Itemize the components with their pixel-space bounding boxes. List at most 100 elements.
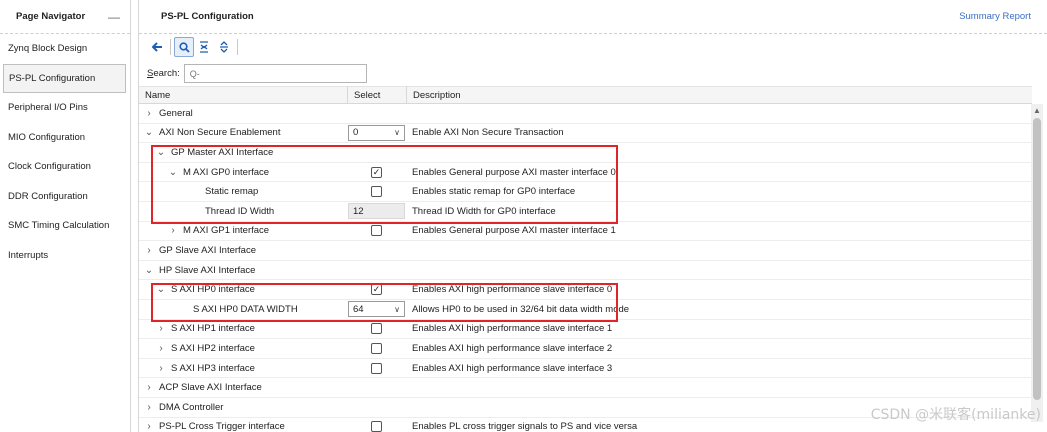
select-checkbox[interactable] [371,362,382,374]
row-name-cell: ⌄ HP Slave AXI Interface [139,265,347,276]
sidebar-item-mio-configuration[interactable]: MIO Configuration [0,123,130,153]
chevron-down-icon[interactable]: ⌄ [143,127,155,138]
configuration-table: Name Select Description › General ⌄ AXI Non… [139,86,1032,432]
table-row[interactable]: › S AXI HP2 interface Enables AXI high per… [139,339,1032,359]
row-name: S AXI HP3 interface [171,362,255,374]
select-checkbox[interactable] [371,342,382,354]
row-name-cell: Static remap [139,186,347,197]
back-arrow-icon[interactable] [147,37,167,57]
table-row[interactable]: S AXI HP0 DATA WIDTH 64 ∨ Allows HP0 to be … [139,300,1032,320]
table-row[interactable]: › S AXI HP1 interface Enables AXI high per… [139,320,1032,340]
table-row[interactable]: › M AXI GP1 interface Enables General purp… [139,222,1032,242]
chevron-down-icon[interactable]: ∨ [394,305,400,314]
table-row[interactable]: ⌄ HP Slave AXI Interface [139,261,1032,281]
row-select-cell [347,222,406,241]
row-name-cell: › ACP Slave AXI Interface [139,382,347,393]
table-row[interactable]: ⌄ AXI Non Secure Enablement 0 ∨ Enable AXI N… [139,124,1032,144]
sidebar-item-peripheral-i-o-pins[interactable]: Peripheral I/O Pins [0,93,130,123]
select-checkbox[interactable] [371,186,382,198]
column-header-name[interactable]: Name [139,86,347,104]
select-checkbox[interactable] [371,323,382,335]
row-name: S AXI HP1 interface [171,323,255,335]
row-select-cell: ✓ [347,163,406,182]
chevron-right-icon[interactable]: › [143,108,155,119]
row-name-cell: Thread ID Width [139,206,347,217]
table-row[interactable]: › GP Slave AXI Interface [139,241,1032,261]
minimize-icon[interactable]: — [108,10,120,24]
page-header: PS-PL Configuration Summary Report [139,0,1047,34]
table-row[interactable]: › S AXI HP3 interface Enables AXI high per… [139,359,1032,379]
row-description: Enables General purpose AXI master inter… [412,166,616,178]
sidebar-item-ps-pl-configuration[interactable]: PS-PL Configuration [3,63,126,93]
row-name: GP Master AXI Interface [171,146,274,158]
table-row[interactable]: › General [139,104,1032,124]
scrollbar-thumb[interactable] [1033,118,1041,400]
ps-pl-configuration-page: PS-PL Configuration Summary Report Searc… [138,0,1047,432]
search-box[interactable] [183,64,367,83]
toolbar-separator [170,39,171,55]
summary-report-link[interactable]: Summary Report [959,11,1031,22]
row-name-cell: › PS-PL Cross Trigger interface [139,421,347,432]
toolbar [147,37,241,57]
table-row[interactable]: ⌄ GP Master AXI Interface [139,143,1032,163]
select-checkbox[interactable]: ✓ [371,284,382,296]
chevron-right-icon[interactable]: › [155,343,167,354]
select-dropdown[interactable]: 64 ∨ [348,301,405,318]
table-row[interactable]: › ACP Slave AXI Interface [139,378,1032,398]
chevron-right-icon[interactable]: › [143,402,155,413]
chevron-down-icon[interactable]: ⌄ [155,284,167,295]
chevron-right-icon[interactable]: › [143,245,155,256]
sidebar-item-zynq-block-design[interactable]: Zynq Block Design [0,34,130,64]
column-header-description[interactable]: Description [406,86,1032,104]
column-header-select[interactable]: Select [347,86,406,104]
search-input[interactable] [189,68,350,79]
sidebar-item-clock-configuration[interactable]: Clock Configuration [0,152,130,182]
chevron-right-icon[interactable]: › [143,382,155,393]
row-select-cell [347,241,406,260]
row-name-cell: › S AXI HP2 interface [139,343,347,354]
row-name-cell: S AXI HP0 DATA WIDTH [139,304,347,315]
expand-all-icon[interactable] [214,37,234,57]
select-checkbox[interactable]: ✓ [371,166,382,178]
chevron-down-icon[interactable]: ∨ [394,128,400,137]
row-name: AXI Non Secure Enablement [159,127,281,139]
search-bar: Search: [147,64,367,83]
page-navigator-panel: Page Navigator — Zynq Block Design PS-PL … [0,0,131,432]
row-name: M AXI GP1 interface [183,225,270,237]
table-body: › General ⌄ AXI Non Secure Enablement 0 ∨ Enab… [139,104,1032,432]
scroll-up-icon[interactable]: ▲ [1031,104,1043,116]
row-select-cell: 12 [347,202,406,221]
sidebar-item-ddr-configuration[interactable]: DDR Configuration [0,182,130,212]
row-name-cell: › General [139,108,347,119]
select-checkbox[interactable] [371,225,382,237]
row-description: Enable AXI Non Secure Transaction [412,127,564,139]
collapse-all-icon[interactable] [194,37,214,57]
vertical-scrollbar[interactable]: ▲ [1031,104,1043,422]
search-label: Search: [147,68,180,79]
row-name: S AXI HP2 interface [171,342,255,354]
chevron-down-icon[interactable]: ⌄ [167,167,179,178]
table-row[interactable]: Thread ID Width 12 Thread ID Width for GP0… [139,202,1032,222]
chevron-right-icon[interactable]: › [155,323,167,334]
row-description: Allows HP0 to be used in 32/64 bit data … [412,303,630,315]
row-description: Enables AXI high performance slave inter… [412,362,613,374]
row-select-cell [347,398,406,417]
table-row[interactable]: ⌄ S AXI HP0 interface ✓ Enables AXI high pe… [139,280,1032,300]
search-icon[interactable] [174,37,194,57]
page-navigator-list: Zynq Block Design PS-PL Configuration Peri… [0,34,130,270]
select-checkbox[interactable] [371,421,382,432]
row-name: HP Slave AXI Interface [159,264,256,276]
chevron-down-icon[interactable]: ⌄ [155,147,167,158]
row-name: M AXI GP0 interface [183,166,270,178]
dropdown-value: 64 [353,303,364,315]
chevron-down-icon[interactable]: ⌄ [143,265,155,276]
table-row[interactable]: Static remap Enables static remap for GP0… [139,182,1032,202]
row-select-cell [347,378,406,397]
sidebar-item-interrupts[interactable]: Interrupts [0,241,130,271]
chevron-right-icon[interactable]: › [167,225,179,236]
chevron-right-icon[interactable]: › [143,421,155,432]
chevron-right-icon[interactable]: › [155,363,167,374]
table-row[interactable]: ⌄ M AXI GP0 interface ✓ Enables General pur… [139,163,1032,183]
select-dropdown[interactable]: 0 ∨ [348,124,405,141]
sidebar-item-smc-timing-calculation[interactable]: SMC Timing Calculation [0,211,130,241]
